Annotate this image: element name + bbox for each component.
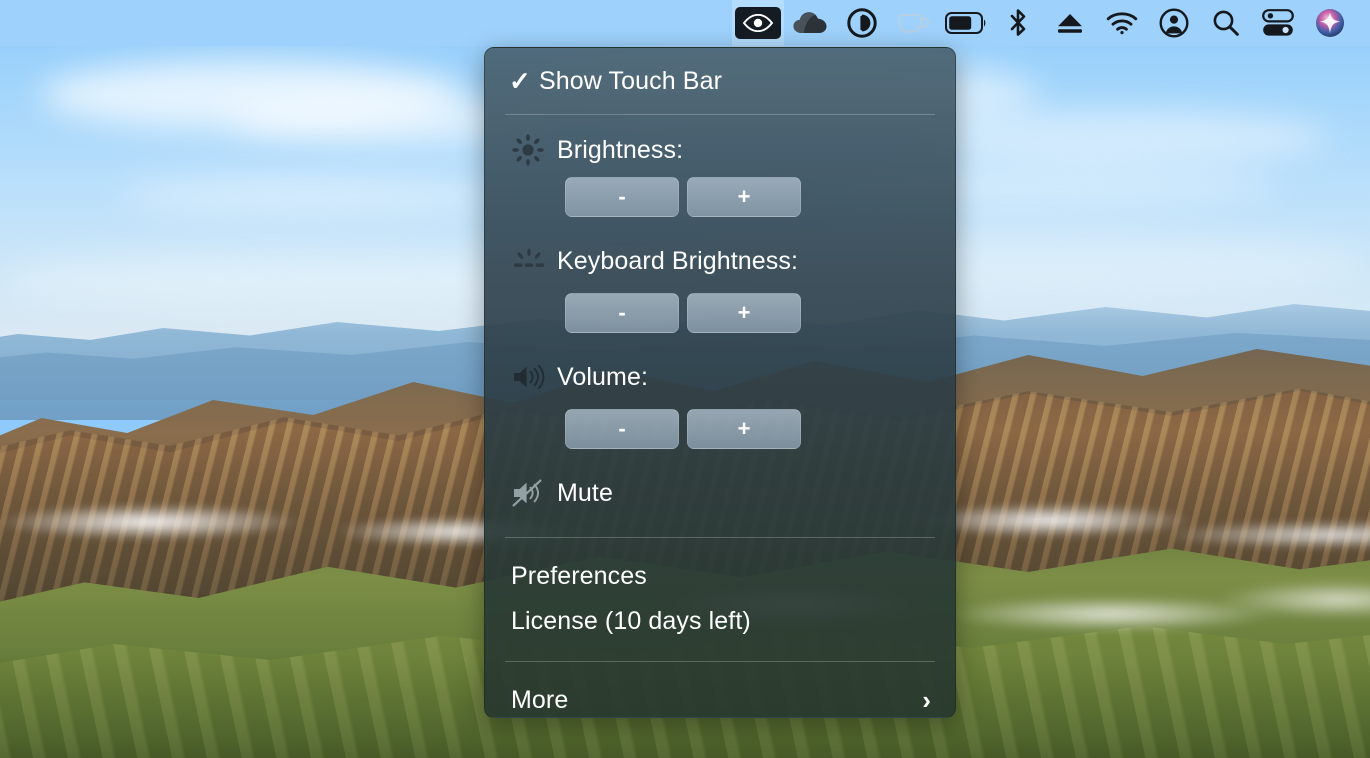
one-password-icon — [847, 8, 877, 38]
menu-separator — [505, 661, 935, 662]
cloud — [900, 110, 1330, 165]
brightness-stepper: - + — [485, 175, 955, 231]
volume-increase-button[interactable]: + — [687, 409, 801, 449]
menubar-item-battery[interactable] — [940, 0, 992, 46]
speaker-icon — [511, 362, 557, 392]
menubar-item-touch-bar[interactable] — [732, 0, 784, 46]
menubar-item-spotlight[interactable] — [1200, 0, 1252, 46]
brightness-increase-button[interactable]: + — [687, 177, 801, 217]
menu-item-show-touch-bar[interactable]: ✓ Show Touch Bar — [485, 48, 955, 114]
user-account-icon — [1159, 8, 1189, 38]
keyboard-brightness-stepper: - + — [485, 291, 955, 347]
eye-icon — [735, 7, 781, 39]
menubar-item-1password[interactable] — [836, 0, 888, 46]
brightness-decrease-button[interactable]: - — [565, 177, 679, 217]
menu-item-label: More — [511, 686, 569, 714]
touch-bar-menu-panel: ✓ Show Touch Bar Brightness: - + Keyboar… — [484, 47, 956, 718]
speaker-mute-icon — [511, 478, 557, 508]
menu-header-label: Keyboard Brightness: — [557, 246, 799, 275]
menubar-item-eject[interactable] — [1044, 0, 1096, 46]
eject-icon — [1055, 11, 1085, 35]
coffee-cup-icon — [897, 11, 931, 35]
menubar-item-onedrive[interactable] — [784, 0, 836, 46]
search-icon — [1212, 9, 1240, 37]
menu-separator — [505, 537, 935, 538]
menu-item-label: Preferences — [511, 562, 647, 590]
menubar-item-control-center[interactable] — [1252, 0, 1304, 46]
menu-item-label: Show Touch Bar — [539, 66, 722, 95]
sun-icon — [511, 133, 557, 167]
checkmark-icon: ✓ — [509, 65, 531, 96]
cloud — [120, 175, 500, 215]
menu-header-keyboard-brightness: Keyboard Brightness: — [485, 231, 955, 291]
battery-icon — [945, 12, 987, 34]
wifi-icon — [1106, 11, 1138, 35]
keyboard-brightness-icon — [511, 246, 557, 276]
keyboard-brightness-decrease-button[interactable]: - — [565, 293, 679, 333]
menubar-item-wifi[interactable] — [1096, 0, 1148, 46]
menubar-item-caffeine[interactable] — [888, 0, 940, 46]
volume-stepper: - + — [485, 407, 955, 463]
menu-item-more[interactable]: More › — [485, 678, 955, 717]
menubar-item-bluetooth[interactable] — [992, 0, 1044, 46]
menu-item-preferences[interactable]: Preferences — [485, 554, 955, 599]
menubar-item-siri[interactable] — [1304, 0, 1356, 46]
menu-item-license[interactable]: License (10 days left) — [485, 599, 955, 644]
menu-item-mute[interactable]: Mute — [485, 463, 955, 523]
cloud-icon — [793, 11, 827, 35]
menubar-item-user-account[interactable] — [1148, 0, 1200, 46]
menu-header-label: Volume: — [557, 362, 649, 391]
menu-item-label: Mute — [557, 478, 613, 507]
menu-header-label: Brightness: — [557, 135, 684, 164]
volume-decrease-button[interactable]: - — [565, 409, 679, 449]
chevron-right-icon: › — [922, 685, 931, 715]
control-center-icon — [1262, 9, 1294, 37]
menu-bar — [0, 0, 1370, 46]
menu-header-volume: Volume: — [485, 347, 955, 407]
menu-item-label: License (10 days left) — [511, 607, 751, 635]
menu-header-brightness: Brightness: — [485, 115, 955, 175]
siri-icon — [1315, 8, 1345, 38]
keyboard-brightness-increase-button[interactable]: + — [687, 293, 801, 333]
bluetooth-icon — [1007, 8, 1029, 38]
